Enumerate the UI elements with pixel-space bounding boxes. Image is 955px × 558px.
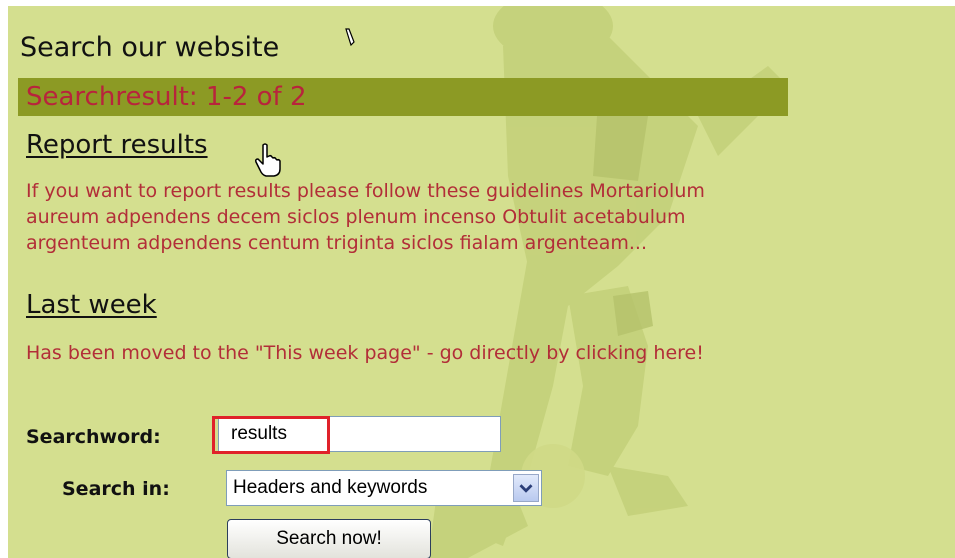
result-link-last-week[interactable]: Last week [26,290,157,320]
search-in-label: Search in: [62,478,170,500]
search-in-dropdown[interactable]: Headers and keywords [226,470,542,506]
search-now-button[interactable]: Search now! [227,519,431,558]
result-link-report-results[interactable]: Report results [26,130,208,160]
search-page-panel: Search our website Searchresult: 1-2 of … [8,6,955,558]
search-in-selected-value: Headers and keywords [233,477,428,498]
pencil-icon [345,28,355,46]
result-description: Has been moved to the "This week page" -… [26,342,704,364]
search-result-summary-bar: Searchresult: 1-2 of 2 [18,78,788,116]
search-result-summary: Searchresult: 1-2 of 2 [26,82,307,112]
hand-cursor-icon [255,143,281,177]
chevron-down-icon[interactable] [513,474,539,502]
searchword-input[interactable] [218,416,501,452]
page-title: Search our website [20,32,280,63]
result-description: If you want to report results please fol… [26,180,705,254]
searchword-label: Searchword: [26,426,161,448]
